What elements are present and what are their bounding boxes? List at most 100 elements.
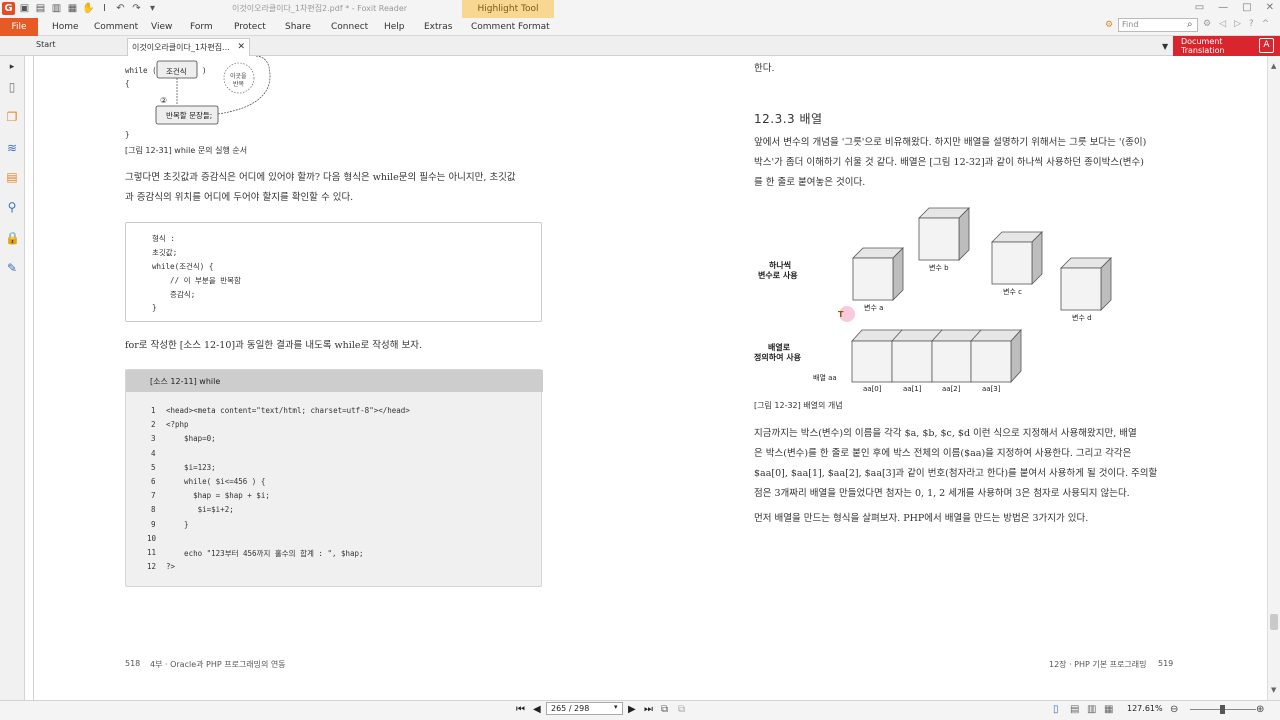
restore-icon[interactable]: ▭ bbox=[1195, 2, 1204, 13]
source-title: [소스 12-11] while bbox=[150, 377, 221, 386]
minimize-icon[interactable]: — bbox=[1218, 2, 1228, 13]
menu-help[interactable]: Help bbox=[384, 18, 405, 36]
select-text-icon[interactable]: Ⅰ bbox=[98, 2, 111, 15]
text-line: 지금까지는 박스(변수)의 이름을 각각 $a, $b, $c, $d 이런 식… bbox=[754, 428, 1137, 439]
source-line-code: <head><meta content="text/html; charset=… bbox=[166, 406, 410, 415]
zoom-level[interactable]: 127.61% bbox=[1127, 704, 1163, 713]
settings-icon[interactable]: ⚙ bbox=[1203, 19, 1211, 29]
save-icon[interactable]: ▤ bbox=[34, 2, 47, 15]
page-thumbnails-icon[interactable]: ▯ bbox=[5, 80, 19, 94]
quick-access-toolbar: G ▣ ▤ ▥ ▦ ✋ Ⅰ ↶ ↷ ▾ bbox=[2, 2, 159, 15]
previous-view-icon[interactable]: ⧉ bbox=[661, 704, 668, 715]
menu-comment-format[interactable]: Comment Format bbox=[471, 18, 550, 36]
first-page-icon[interactable]: ⏮ bbox=[516, 704, 525, 715]
right-paragraph-2: 지금까지는 박스(변수)의 이름을 각각 $a, $b, $c, $d 이런 식… bbox=[754, 424, 1157, 504]
redo-icon[interactable]: ↷ bbox=[130, 2, 143, 15]
print-icon[interactable]: ▥ bbox=[50, 2, 63, 15]
menu-home[interactable]: Home bbox=[52, 18, 79, 36]
bookmarks-icon[interactable]: ❐ bbox=[5, 110, 19, 124]
tab-list-dropdown-icon[interactable]: ▼ bbox=[1162, 42, 1168, 51]
text-line: 은 박스(변수)를 한 줄로 붙인 후에 박스 전체의 이름($aa)을 지정하… bbox=[754, 448, 1132, 459]
forward-icon[interactable]: ▷ bbox=[1234, 19, 1241, 29]
scroll-thumb[interactable] bbox=[1270, 614, 1278, 630]
source-header: [소스 12-11] while bbox=[126, 370, 543, 392]
next-view-icon[interactable]: ⧉ bbox=[678, 704, 685, 715]
scroll-down-icon[interactable]: ▼ bbox=[1271, 686, 1276, 694]
tab-start[interactable]: Start bbox=[36, 40, 56, 49]
source-line-number: 12 bbox=[147, 562, 157, 572]
zoom-slider-knob[interactable] bbox=[1220, 705, 1225, 714]
vertical-scrollbar[interactable]: ▲ ▼ bbox=[1267, 56, 1280, 700]
close-tab-icon[interactable]: ✕ bbox=[237, 42, 245, 52]
zoom-out-icon[interactable]: ⊖ bbox=[1170, 704, 1178, 715]
source-line-number: 8 bbox=[151, 505, 156, 515]
code-line: 초깃값; bbox=[152, 248, 178, 257]
attachments-icon[interactable]: ⚲ bbox=[5, 200, 19, 214]
last-page-icon[interactable]: ⏭ bbox=[644, 704, 653, 715]
open-icon[interactable]: ▣ bbox=[18, 2, 31, 15]
source-line-number: 1 bbox=[151, 406, 156, 415]
single-page-icon[interactable]: ▯ bbox=[1053, 704, 1059, 715]
facing-icon[interactable]: ▥ bbox=[1087, 704, 1096, 715]
source-line-number: 5 bbox=[151, 462, 156, 472]
continuous-icon[interactable]: ▤ bbox=[1070, 704, 1079, 715]
menu-protect[interactable]: Protect bbox=[234, 18, 266, 36]
tab-document[interactable]: 이것이오라클이다_1차편집... ✕ bbox=[127, 38, 250, 56]
tab-document-label: 이것이오라클이다_1차편집... bbox=[132, 43, 230, 52]
expand-panel-icon[interactable]: ▸ bbox=[5, 60, 19, 74]
text-line: $aa[0], $aa[1], $aa[2], $aa[3]과 같이 번호(첨자… bbox=[754, 468, 1158, 479]
comments-icon[interactable]: ▤ bbox=[5, 170, 19, 184]
continuous-facing-icon[interactable]: ▦ bbox=[1104, 704, 1113, 715]
box-var-d bbox=[1060, 257, 1112, 311]
search-options-icon[interactable]: ⚙ bbox=[1105, 20, 1113, 30]
code-line: } bbox=[152, 303, 157, 312]
page-number-input[interactable]: 265 / 298 bbox=[546, 702, 623, 715]
menu-comment[interactable]: Comment bbox=[94, 18, 138, 36]
close-window-icon[interactable]: ✕ bbox=[1266, 2, 1274, 13]
menu-view[interactable]: View bbox=[151, 18, 172, 36]
undo-icon[interactable]: ↶ bbox=[114, 2, 127, 15]
menu-form[interactable]: Form bbox=[190, 18, 213, 36]
array-boxes bbox=[851, 328, 1022, 384]
code-line: // 이 부분을 반복함 bbox=[152, 276, 241, 285]
label-var-d: 변수 d bbox=[1072, 314, 1092, 322]
maximize-icon[interactable]: □ bbox=[1242, 2, 1251, 13]
signatures-icon[interactable]: ✎ bbox=[5, 261, 19, 275]
next-page-icon[interactable]: ▶ bbox=[628, 704, 636, 715]
find-input[interactable]: Find bbox=[1118, 18, 1198, 32]
text-line: 박스'가 좀더 이해하기 쉬울 것 같다. 배열은 [그림 12-32]과 같이… bbox=[754, 157, 1144, 168]
label-var-c: 변수 c bbox=[1003, 288, 1022, 296]
hand-tool-icon[interactable]: ✋ bbox=[82, 2, 95, 15]
search-icon[interactable]: ⌕ bbox=[1187, 19, 1193, 30]
menu-connect[interactable]: Connect bbox=[331, 18, 368, 36]
label-element-3: aa[3] bbox=[982, 385, 1001, 393]
page-dropdown-icon[interactable]: ▾ bbox=[614, 703, 618, 711]
source-line-number: 11 bbox=[147, 548, 157, 557]
security-icon[interactable]: 🔒 bbox=[5, 231, 20, 245]
menu-share[interactable]: Share bbox=[285, 18, 311, 36]
previous-page-icon[interactable]: ◀ bbox=[533, 704, 541, 715]
page-edge bbox=[33, 56, 34, 700]
source-line-code: $i=123; bbox=[166, 462, 216, 472]
collapse-ribbon-icon[interactable]: ^ bbox=[1262, 19, 1270, 29]
scroll-up-icon[interactable]: ▲ bbox=[1271, 62, 1276, 70]
diagram-step-2: ② bbox=[160, 96, 168, 105]
customize-qat-icon[interactable]: ▾ bbox=[146, 2, 159, 15]
document-translation-button[interactable]: Document Translation A bbox=[1173, 36, 1280, 56]
layers-icon[interactable]: ≋ bbox=[5, 141, 19, 155]
menu-extras[interactable]: Extras bbox=[424, 18, 452, 36]
label-array-name: 배열 aa bbox=[813, 374, 837, 382]
diagram-label-single-2: 변수로 사용 bbox=[758, 271, 798, 280]
diagram-brace-open: { bbox=[125, 79, 130, 88]
box-var-c bbox=[991, 231, 1043, 285]
zoom-in-icon[interactable]: ⊕ bbox=[1256, 704, 1264, 715]
array-concept-diagram bbox=[840, 207, 1112, 384]
document-tab-bar: Start 이것이오라클이다_1차편집... ✕ bbox=[0, 36, 1280, 56]
ribbon-help-icon[interactable]: ? bbox=[1249, 19, 1254, 29]
right-footer-text: 12장 · PHP 기본 프로그래밍 bbox=[1049, 660, 1147, 669]
diagram-body-label: 반복할 문장들; bbox=[166, 111, 213, 120]
email-icon[interactable]: ▦ bbox=[66, 2, 79, 15]
highlight-tool-tab[interactable]: Highlight Tool bbox=[462, 0, 554, 18]
back-icon[interactable]: ◁ bbox=[1219, 19, 1226, 29]
file-menu[interactable]: File bbox=[0, 18, 38, 36]
